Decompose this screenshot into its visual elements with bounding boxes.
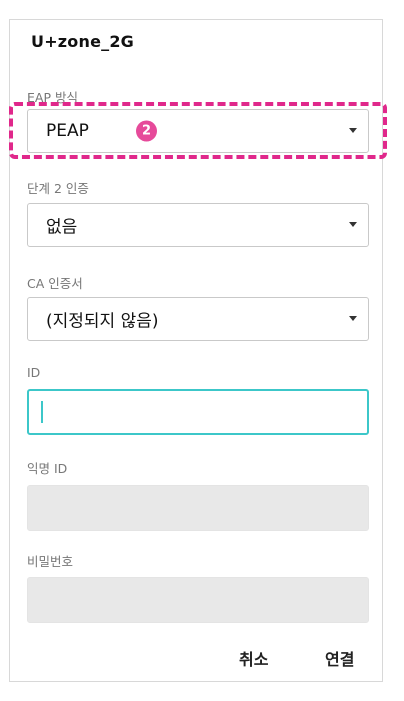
- network-name-title: U+zone_2G: [31, 32, 135, 51]
- ca-certificate-select[interactable]: (지정되지 않음): [27, 297, 369, 341]
- chevron-down-icon: [349, 316, 357, 321]
- phase2-auth-label: 단계 2 인증: [27, 181, 89, 196]
- anonymous-identity-label: 익명 ID: [27, 461, 68, 476]
- anonymous-identity-input[interactable]: [27, 485, 369, 531]
- connect-button[interactable]: 연결: [325, 646, 354, 670]
- ca-certificate-label: CA 인증서: [27, 276, 83, 291]
- phase2-auth-value: 없음: [46, 217, 78, 238]
- text-cursor-icon: [41, 401, 43, 423]
- eap-method-highlight-outline: [9, 102, 387, 159]
- identity-label: ID: [27, 365, 41, 380]
- phase2-auth-select[interactable]: 없음: [27, 203, 369, 247]
- password-input[interactable]: [27, 577, 369, 623]
- password-label: 비밀번호: [27, 554, 74, 569]
- ca-certificate-value: (지정되지 않음): [46, 311, 159, 332]
- chevron-down-icon: [349, 222, 357, 227]
- cancel-button[interactable]: 취소: [239, 646, 268, 670]
- wifi-connect-dialog: U+zone_2G EAP 방식 PEAP 2 단계 2 인증 없음 CA 인증…: [9, 19, 387, 682]
- identity-input[interactable]: [27, 389, 369, 435]
